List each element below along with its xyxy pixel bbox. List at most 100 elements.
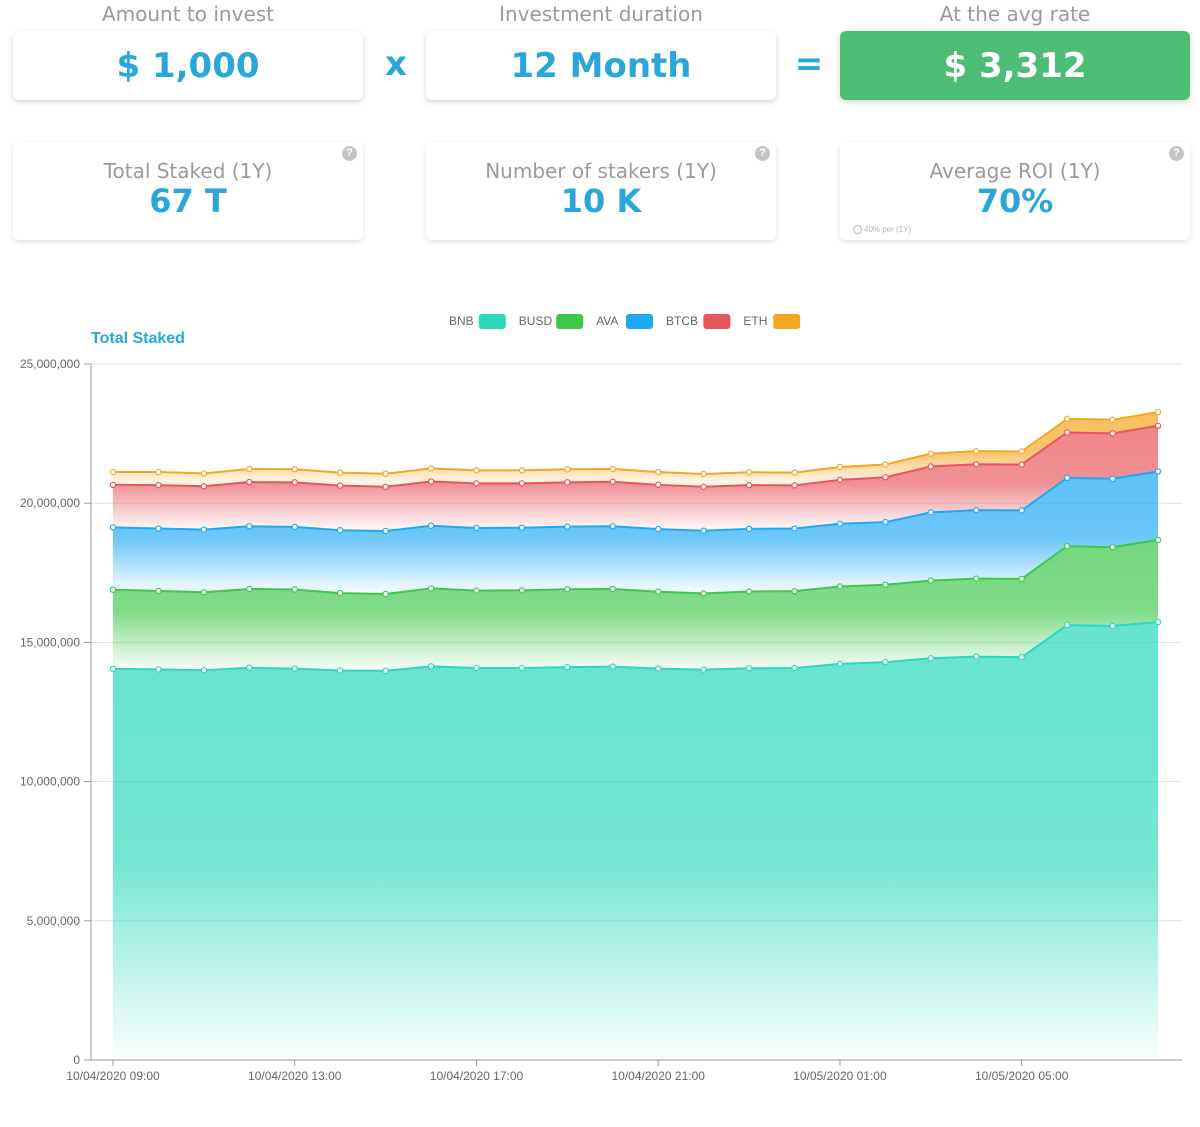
point-busd [655,588,662,595]
point-btcb [655,481,662,489]
point-ava [836,520,844,528]
point-btcb [609,478,616,485]
point-ava [473,524,480,532]
help-icon[interactable]: ? [1169,146,1184,161]
point-eth [109,468,117,476]
point-btcb [155,481,162,489]
point-bnb [518,664,526,672]
x-tick-label: 10/04/2020 09:00 [66,1069,160,1083]
result-value: $ 3,312 [840,31,1190,100]
point-eth [836,463,844,471]
help-icon[interactable]: ? [755,146,770,161]
legend-label-busd: BUSD [519,314,553,328]
point-btcb [973,461,980,468]
point-busd [382,590,389,598]
point-busd [791,587,798,595]
point-bnb [1109,622,1116,630]
point-busd [200,589,208,596]
duration-label: Investment duration [499,2,703,26]
point-ava [564,523,571,530]
point-bnb [246,664,253,671]
legend-label-eth: ETH [743,314,767,328]
y-tick-label: 15,000,000 [20,635,80,649]
point-bnb [200,667,208,674]
point-ava [1018,507,1025,514]
point-eth [791,469,798,476]
y-tick-label: 25,000,000 [20,357,80,371]
point-bnb [655,665,662,672]
point-busd [427,585,435,592]
point-bnb [336,667,344,674]
stakers-card: ? Number of stakers (1Y) 10 K [426,142,776,240]
point-eth [382,470,389,477]
point-bnb [427,663,435,670]
point-busd [564,586,571,593]
point-busd [836,583,844,590]
point-eth [518,467,526,474]
point-bnb [609,663,616,670]
amount-label: Amount to invest [101,2,275,26]
point-ava [382,527,389,535]
point-ava [1154,468,1162,475]
roi-value: 70% [976,182,1054,220]
point-busd [882,581,889,588]
legend-label-btcb: BTCB [666,314,698,328]
point-eth [200,470,208,477]
point-btcb [836,476,844,484]
legend-label-ava: AVA [596,314,618,328]
point-eth [336,469,344,476]
point-busd [927,577,935,584]
point-btcb [927,463,935,470]
point-ava [973,506,980,514]
point-btcb [518,480,526,487]
staked-area-chart: 25,000,000 20,000,000 15,000,000 10,000,000… [20,314,1182,1083]
point-bnb [927,655,935,662]
point-ava [291,523,298,531]
help-icon[interactable]: ? [342,146,357,161]
roi-card: ? Average ROI (1Y) 70% 40% per (1Y) [840,142,1190,240]
point-eth [745,469,753,476]
stakers-value: 10 K [560,182,642,220]
point-btcb [291,479,298,486]
point-ava [609,523,616,530]
duration-input[interactable]: 12 Month [426,31,776,100]
point-eth [609,465,616,473]
point-btcb [473,480,480,487]
point-eth [1063,415,1071,423]
multiply-sign: x [385,44,407,84]
point-busd [518,587,526,594]
point-eth [882,461,889,468]
point-ava [427,522,435,529]
point-busd [1063,542,1071,550]
x-tick-label: 10/04/2020 13:00 [248,1069,342,1083]
point-btcb [246,478,253,486]
point-bnb [973,653,980,660]
point-bnb [1063,621,1071,629]
point-ava [1109,475,1116,482]
roi-note-text: 40% per (1Y) [864,225,912,234]
amount-input[interactable]: $ 1,000 [13,31,363,100]
total-staked-label: Total Staked (1Y) [103,159,273,183]
point-bnb [745,665,753,672]
point-busd [473,587,480,594]
roi-note: 40% per (1Y) [853,225,911,234]
point-busd [745,588,753,595]
point-bnb [791,664,798,672]
point-busd [246,585,253,593]
point-btcb [1109,430,1116,437]
point-ava [791,525,798,532]
point-busd [109,586,117,593]
point-eth [1109,416,1116,423]
point-btcb [700,483,707,490]
x-tick-label: 10/05/2020 05:00 [975,1069,1069,1083]
point-bnb [382,667,389,674]
legend-label-bnb: BNB [449,314,474,328]
x-tick-label: 10/05/2020 01:00 [793,1069,887,1083]
point-bnb [155,666,162,673]
point-busd [1109,543,1116,551]
point-eth [700,470,707,478]
point-btcb [427,478,435,485]
point-eth [427,465,435,472]
point-ava [336,527,344,534]
legend[interactable]: BNB BUSD AVA BTCB ETH [449,314,801,329]
